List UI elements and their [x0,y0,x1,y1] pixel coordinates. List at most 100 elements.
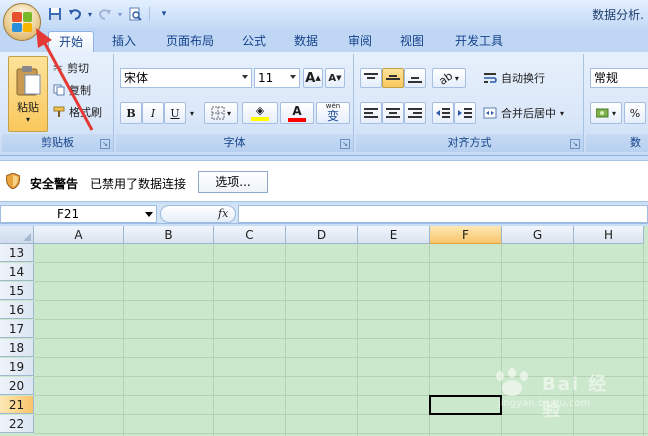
accounting-dropdown-icon: ▾ [611,108,616,118]
wrap-text-button[interactable]: 自动换行 [482,68,582,88]
grid-row-line [34,281,648,282]
tab-page-layout[interactable]: 页面布局 [158,31,222,52]
align-bottom-button[interactable] [404,68,426,88]
align-right-button[interactable] [404,102,426,124]
row-header-14[interactable]: 14 [0,263,34,281]
font-color-button[interactable]: A [280,102,314,124]
baidu-paw-icon [496,368,528,396]
merge-center-icon [483,107,497,119]
phonetic-button[interactable]: wén 变 [316,102,350,124]
align-center-icon [386,108,400,118]
column-header-d[interactable]: D [286,226,358,244]
underline-button[interactable]: U [164,102,186,124]
increase-indent-button[interactable] [454,102,476,124]
name-box[interactable]: F21 [0,205,157,223]
row-header-18[interactable]: 18 [0,339,34,357]
row-header-22[interactable]: 22 [0,415,34,433]
increase-indent-icon [458,108,472,118]
bold-button[interactable]: B [120,102,142,124]
font-launcher-icon[interactable]: ↘ [340,139,350,149]
name-box-dropdown-icon[interactable] [145,212,153,217]
tab-formulas[interactable]: 公式 [232,31,276,52]
select-all-triangle-icon [23,233,31,241]
security-warning-title: 安全警告 [30,177,79,191]
column-header-e[interactable]: E [358,226,430,244]
orientation-dropdown-icon: ▾ [454,73,459,83]
insert-function-icon[interactable]: fx [218,207,228,220]
baidu-jingyan-watermark: Bai 经验 jingyan.baidu.com [482,368,612,421]
paste-dropdown-icon: ▾ [25,114,30,124]
column-header-g[interactable]: G [502,226,574,244]
undo-icon[interactable] [66,5,84,23]
column-header-b[interactable]: B [124,226,214,244]
row-header-17[interactable]: 17 [0,320,34,338]
tab-view[interactable]: 视图 [390,31,434,52]
window-title: 数据分析. [592,8,644,22]
merge-center-label: 合并后居中 [501,107,556,120]
number-format-select[interactable]: 常规 [590,68,648,88]
grid-column-line [123,244,124,436]
column-header-c[interactable]: C [214,226,286,244]
redo-dropdown-icon[interactable]: ▾ [116,5,124,23]
align-center-button[interactable] [382,102,404,124]
row-header-16[interactable]: 16 [0,301,34,319]
italic-button[interactable]: I [142,102,164,124]
qat-separator [149,7,150,21]
copy-label: 复制 [69,84,91,97]
tab-insert[interactable]: 插入 [102,31,146,52]
customize-qat-icon[interactable]: ▾ [155,5,173,23]
phonetic-glyph: 变 [326,109,339,123]
paste-button[interactable]: 粘贴 ▾ [8,56,48,132]
formula-bar: F21 fx [0,204,648,224]
undo-dropdown-icon[interactable]: ▾ [86,5,94,23]
grow-font-button[interactable]: A ▲ [303,68,323,88]
clipboard-launcher-icon[interactable]: ↘ [100,139,110,149]
column-header-h[interactable]: H [574,226,644,244]
alignment-launcher-icon[interactable]: ↘ [570,139,580,149]
percent-style-button[interactable]: % [624,102,646,124]
grid-row-line [34,300,648,301]
orientation-button[interactable]: ab ▾ [432,68,466,88]
tab-developer[interactable]: 开发工具 [444,31,514,52]
redo-icon[interactable] [96,5,114,23]
align-bottom-icon [408,77,422,83]
format-painter-button[interactable]: 格式刷 [52,102,110,122]
row-header-19[interactable]: 19 [0,358,34,376]
cut-button[interactable]: ✂ 剪切 [52,58,108,78]
align-middle-button[interactable] [382,68,404,88]
column-header-f[interactable]: F [430,226,502,244]
borders-button[interactable]: ▾ [204,102,238,124]
watermark-url: jingyan.baidu.com [498,398,591,409]
shrink-font-button[interactable]: A ▼ [325,68,345,88]
accounting-format-button[interactable]: ▾ [590,102,622,124]
font-size-select[interactable]: 11 [254,68,300,88]
borders-icon [211,106,225,120]
row-header-13[interactable]: 13 [0,244,34,262]
print-preview-icon[interactable] [126,5,144,23]
scissors-icon: ✂ [53,61,64,75]
select-all-corner[interactable] [0,226,34,244]
row-header-15[interactable]: 15 [0,282,34,300]
column-header-a[interactable]: A [34,226,124,244]
align-top-button[interactable] [360,68,382,88]
underline-dropdown-icon[interactable]: ▾ [186,102,198,124]
tab-data[interactable]: 数据 [284,31,328,52]
office-button[interactable] [3,3,41,41]
decrease-indent-button[interactable] [432,102,454,124]
fill-color-button[interactable]: ◈ [242,102,278,124]
security-options-button[interactable]: 选项... [198,171,268,193]
currency-icon [595,108,609,118]
ribbon: 粘贴 ▾ ✂ 剪切 复制 格式刷 剪贴板 ↘ 宋体 11 A ▲ A ▼ B I… [0,52,648,156]
security-warning-bar: 安全警告 已禁用了数据连接 选项... [0,160,648,202]
merge-center-button[interactable]: 合并后居中 ▾ [482,102,582,124]
row-header-20[interactable]: 20 [0,377,34,395]
formula-input[interactable] [238,205,648,223]
row-header-21[interactable]: 21 [0,396,34,414]
tab-review[interactable]: 审阅 [338,31,382,52]
office-logo-icon [12,12,32,32]
tab-home[interactable]: 开始 [48,31,94,52]
font-name-select[interactable]: 宋体 [120,68,252,88]
align-left-button[interactable] [360,102,382,124]
save-icon[interactable] [46,5,64,23]
copy-button[interactable]: 复制 [52,80,108,100]
